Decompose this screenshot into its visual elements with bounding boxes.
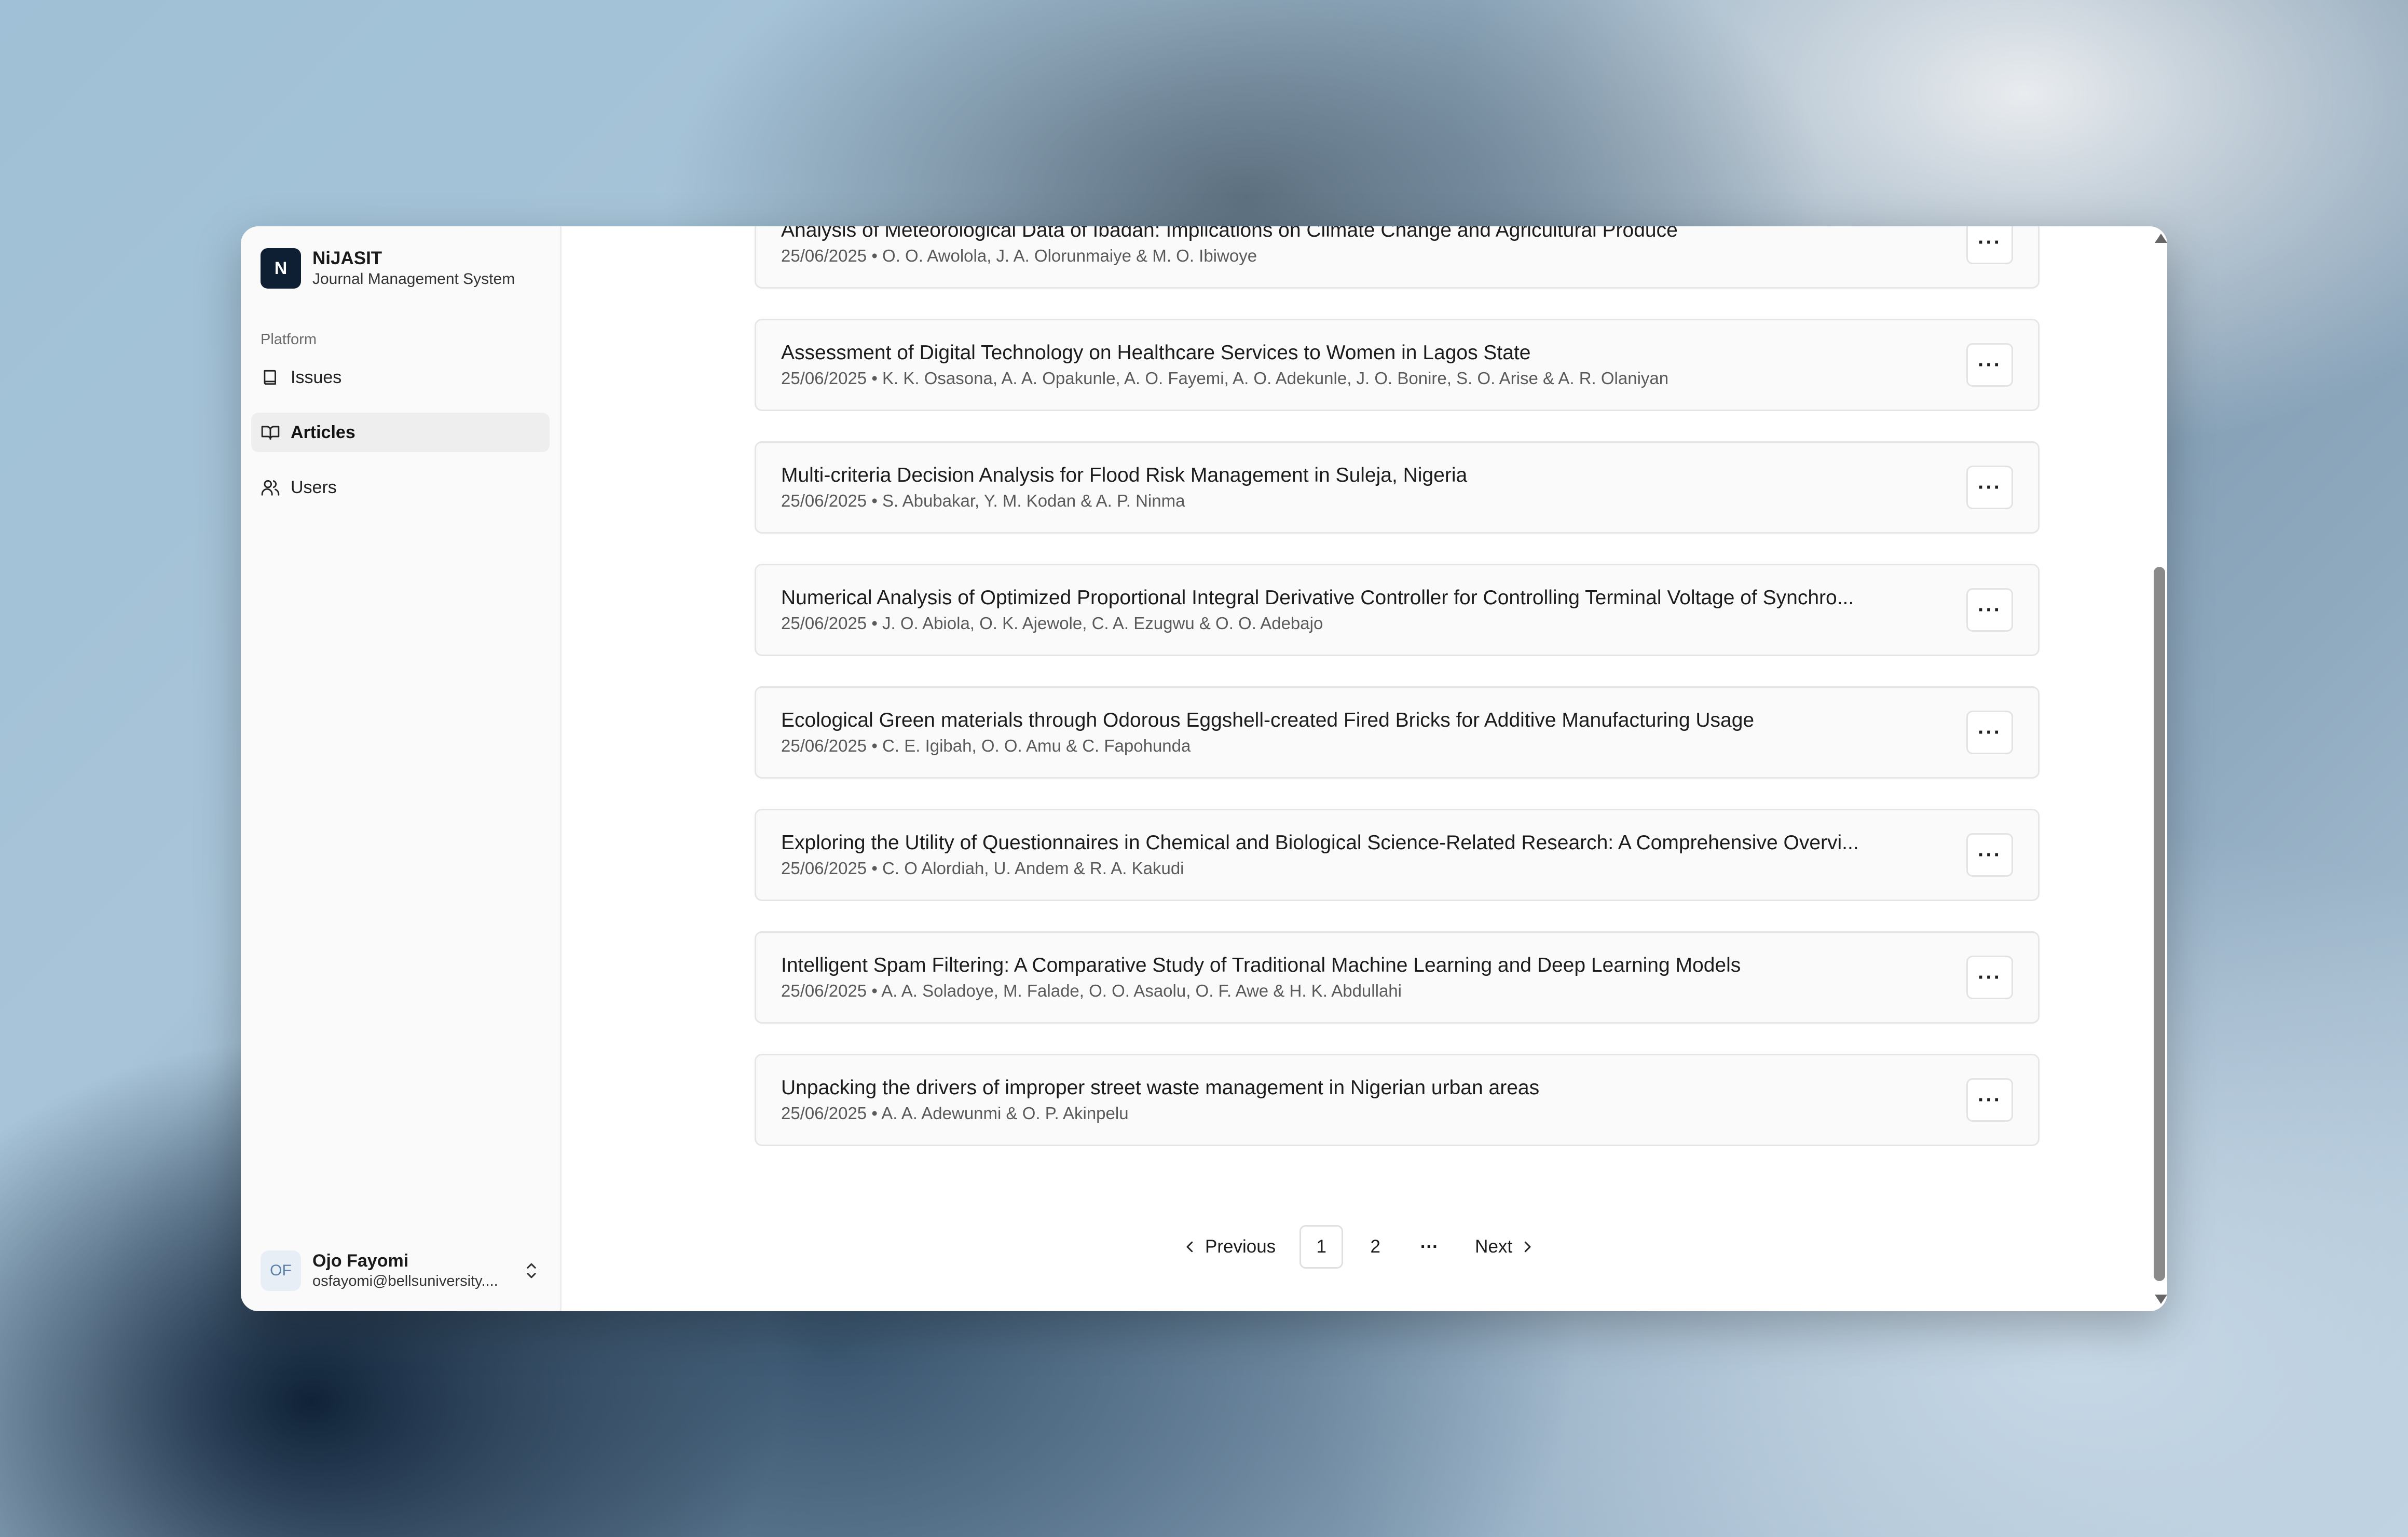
more-options-button[interactable]: ··· [1966, 343, 2013, 387]
article-meta: 25/06/2025 • A. A. Adewunmi & O. P. Akin… [781, 1104, 1129, 1123]
sidebar: N NiJASIT Journal Management System Plat… [241, 226, 562, 1311]
article-title: Analysis of Meteorological Data of Ibada… [781, 226, 1678, 241]
more-options-button[interactable]: ··· [1966, 833, 2013, 877]
sidebar-item-issues[interactable]: Issues [251, 358, 550, 397]
article-card[interactable]: Unpacking the drivers of improper street… [755, 1054, 2040, 1146]
article-title: Ecological Green materials through Odoro… [781, 709, 1755, 731]
sidebar-item-label: Issues [291, 367, 342, 387]
article-card[interactable]: Intelligent Spam Filtering: A Comparativ… [755, 931, 2040, 1024]
sidebar-item-users[interactable]: Users [251, 468, 550, 507]
more-pages-ellipsis: ··· [1420, 1236, 1439, 1257]
chevron-left-icon [1186, 1241, 1193, 1253]
avatar: OF [261, 1250, 301, 1291]
main-content: Analysis of Meteorological Data of Ibada… [562, 226, 2167, 1311]
sidebar-item-label: Users [291, 477, 337, 497]
article-card[interactable]: Ecological Green materials through Odoro… [755, 686, 2040, 779]
previous-page-button[interactable]: Previous [1169, 1225, 1289, 1269]
chevrons-up-down-icon [527, 1263, 536, 1278]
user-menu[interactable]: OF Ojo Fayomi osfayomi@bellsuniversity..… [251, 1245, 550, 1297]
article-meta: 25/06/2025 • C. O Alordiah, U. Andem & R… [781, 859, 1184, 878]
more-options-button[interactable]: ··· [1966, 1078, 2013, 1122]
app-subtitle: Journal Management System [312, 270, 515, 288]
more-options-button[interactable]: ··· [1966, 956, 2013, 999]
article-title: Intelligent Spam Filtering: A Comparativ… [781, 954, 1741, 976]
next-label: Next [1475, 1236, 1513, 1257]
article-meta: 25/06/2025 • S. Abubakar, Y. M. Kodan & … [781, 491, 1185, 510]
article-card[interactable]: Multi-criteria Decision Analysis for Flo… [755, 441, 2040, 534]
article-title: Numerical Analysis of Optimized Proporti… [781, 587, 1854, 609]
user-name: Ojo Fayomi [312, 1251, 409, 1271]
article-meta: 25/06/2025 • K. K. Osasona, A. A. Opakun… [781, 369, 1669, 388]
pagination: Previous 1 2 ··· Next [1169, 1225, 1549, 1269]
article-card[interactable]: Numerical Analysis of Optimized Proporti… [755, 564, 2040, 656]
more-options-button[interactable]: ··· [1966, 466, 2013, 509]
article-meta: 25/06/2025 • J. O. Abiola, O. K. Ajewole… [781, 614, 1323, 633]
app-name: NiJASIT [312, 248, 382, 268]
brand-logo: N [261, 248, 301, 289]
article-card[interactable]: Analysis of Meteorological Data of Ibada… [755, 226, 2040, 289]
more-options-button[interactable]: ··· [1966, 588, 2013, 632]
article-title: Exploring the Utility of Questionnaires … [781, 832, 1859, 854]
article-meta: 25/06/2025 • A. A. Soladoye, M. Falade, … [781, 981, 1402, 1000]
page-2-button[interactable]: 2 [1353, 1225, 1397, 1269]
next-page-button[interactable]: Next [1461, 1225, 1549, 1269]
user-email: osfayomi@bellsuniversity.... [312, 1273, 498, 1289]
article-title: Multi-criteria Decision Analysis for Flo… [781, 464, 1468, 486]
article-title: Unpacking the drivers of improper street… [781, 1077, 1540, 1099]
article-card[interactable]: Exploring the Utility of Questionnaires … [755, 809, 2040, 901]
scrollbar-thumb[interactable] [2154, 567, 2165, 1281]
vertical-scrollbar[interactable] [2152, 226, 2167, 1311]
article-meta: 25/06/2025 • O. O. Awolola, J. A. Olorun… [781, 246, 1257, 265]
scroll-down-arrow-icon[interactable] [2155, 1295, 2167, 1304]
article-card[interactable]: Assessment of Digital Technology on Heal… [755, 319, 2040, 411]
app-window: N NiJASIT Journal Management System Plat… [241, 226, 2167, 1311]
more-options-button[interactable]: ··· [1966, 226, 2013, 264]
users-icon [261, 480, 280, 496]
article-title: Assessment of Digital Technology on Heal… [781, 342, 1531, 364]
book-icon [264, 370, 276, 385]
sidebar-item-articles[interactable]: Articles [251, 413, 550, 452]
sidebar-item-label: Articles [291, 422, 355, 442]
brand[interactable]: N NiJASIT Journal Management System [251, 245, 550, 292]
previous-label: Previous [1205, 1236, 1276, 1257]
more-options-button[interactable]: ··· [1966, 711, 2013, 754]
scroll-up-arrow-icon[interactable] [2155, 234, 2167, 243]
book-open-icon [261, 426, 280, 440]
article-meta: 25/06/2025 • C. E. Igibah, O. O. Amu & C… [781, 736, 1191, 755]
chevron-right-icon [1524, 1241, 1531, 1253]
sidebar-section-label: Platform [261, 331, 317, 348]
page-1-button[interactable]: 1 [1299, 1225, 1344, 1269]
